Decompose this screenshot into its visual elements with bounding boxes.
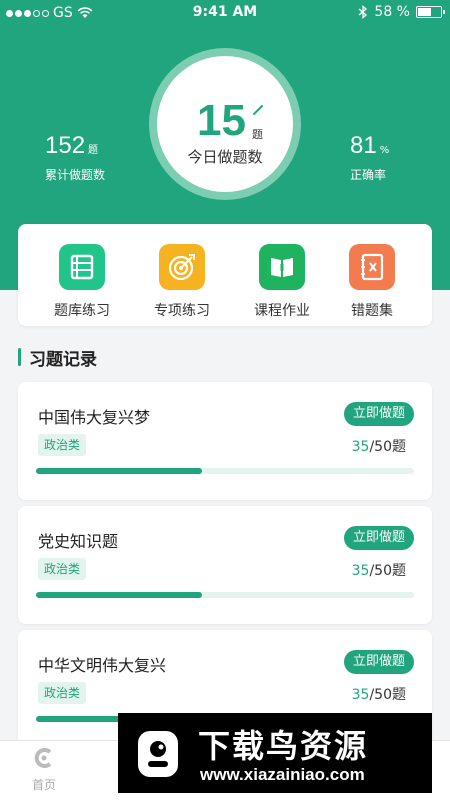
total-count: /50题 <box>369 439 406 455</box>
section-header: 习题记录 <box>18 346 97 370</box>
accuracy-stat: 81% 正确率 <box>350 132 389 183</box>
record-title: 中华文明伟大复兴 <box>38 656 167 675</box>
quick-actions-panel: 题库练习 专项练习 课程作业 错题集 <box>18 224 432 326</box>
section-title: 习题记录 <box>29 349 97 370</box>
category-tag: 政治类 <box>38 434 87 456</box>
status-bar: GS 9:41 AM 58 % <box>0 0 450 26</box>
done-count: 35 <box>351 687 370 703</box>
progress-track <box>36 592 414 598</box>
total-stat: 152 题 累计做题数 <box>45 132 105 183</box>
today-label: 今日做题数 <box>187 148 263 166</box>
record-count: 35/50题 <box>352 684 406 704</box>
target-icon <box>159 244 205 290</box>
watermark-overlay: 下载鸟资源 www.xiazainiao.com <box>118 713 432 793</box>
book-icon <box>259 244 305 290</box>
action-special-practice[interactable]: 专项练习 <box>142 244 222 320</box>
today-progress-ring: 15 题 今日做题数 <box>149 48 301 200</box>
action-label: 专项练习 <box>154 303 210 319</box>
done-count: 35 <box>351 439 370 455</box>
accuracy-label: 正确率 <box>350 168 387 182</box>
status-right: 58 % <box>358 4 445 20</box>
total-count: /50题 <box>369 563 406 579</box>
category-tag: 政治类 <box>38 682 87 704</box>
record-title: 党史知识题 <box>38 532 119 551</box>
watermark-title: 下载鸟资源 <box>198 727 369 765</box>
watermark-url: www.xiazainiao.com <box>200 765 365 784</box>
total-count: 152 <box>45 132 86 159</box>
record-card[interactable]: 党史知识题 立即做题 政治类 35/50题 <box>18 506 432 624</box>
total-unit: 题 <box>88 145 99 156</box>
start-practice-button[interactable]: 立即做题 <box>343 402 414 426</box>
tab-home[interactable]: 首页 <box>14 747 74 793</box>
today-count: 15 <box>197 96 246 145</box>
accuracy-unit: % <box>379 145 390 156</box>
battery-icon <box>416 6 445 18</box>
today-unit: 题 <box>252 128 263 141</box>
wrong-notebook-icon <box>349 244 395 290</box>
record-title: 中国伟大复兴梦 <box>38 408 151 427</box>
progress-track <box>36 468 414 474</box>
home-c-icon <box>34 748 52 768</box>
record-card[interactable]: 中国伟大复兴梦 立即做题 政治类 35/50题 <box>18 382 432 500</box>
action-label: 错题集 <box>351 303 393 319</box>
start-practice-button[interactable]: 立即做题 <box>343 650 414 674</box>
total-count: /50题 <box>369 687 406 703</box>
done-count: 35 <box>351 563 370 579</box>
action-question-bank[interactable]: 题库练习 <box>42 244 122 320</box>
bluetooth-icon <box>358 5 368 19</box>
progress-fill <box>36 468 203 474</box>
question-bank-icon <box>59 244 105 290</box>
tab-home-label: 首页 <box>31 778 56 792</box>
section-accent-bar <box>18 348 21 366</box>
today-count-panel: 15 题 今日做题数 <box>157 56 293 192</box>
record-count: 35/50题 <box>352 560 406 580</box>
action-course-homework[interactable]: 课程作业 <box>242 244 322 320</box>
action-label: 题库练习 <box>54 303 110 319</box>
pencil-icon <box>253 105 263 115</box>
category-tag: 政治类 <box>38 558 87 580</box>
record-count: 35/50题 <box>352 436 406 456</box>
bird-logo-icon <box>138 731 178 777</box>
accuracy-value: 81 <box>350 132 377 159</box>
progress-fill <box>36 592 203 598</box>
battery-percent: 58 % <box>374 4 410 20</box>
total-label: 累计做题数 <box>45 168 106 182</box>
action-wrong-questions[interactable]: 错题集 <box>332 244 412 320</box>
action-label: 课程作业 <box>254 303 310 319</box>
start-practice-button[interactable]: 立即做题 <box>343 526 414 550</box>
